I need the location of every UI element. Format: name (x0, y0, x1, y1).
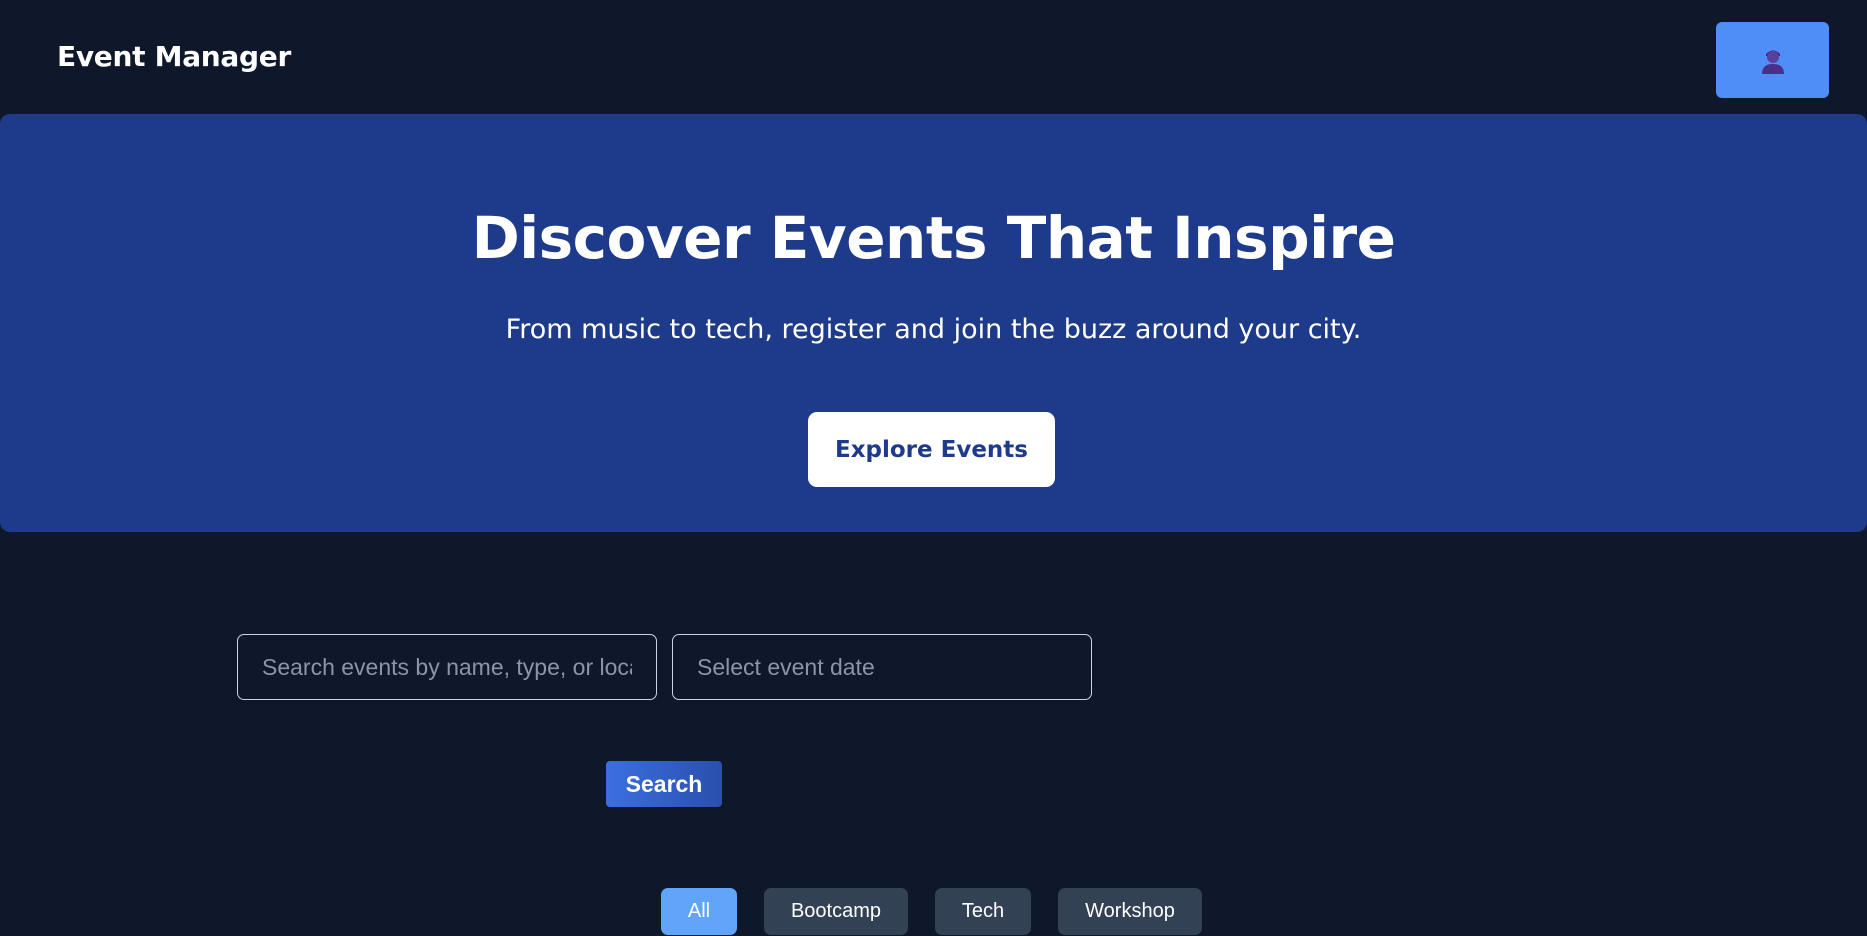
user-avatar-icon (1761, 50, 1784, 74)
brand-title[interactable]: Event Manager (57, 40, 291, 73)
search-input[interactable] (237, 634, 657, 700)
category-filter-bar: All Bootcamp Tech Workshop (0, 888, 1867, 936)
top-navbar: Event Manager (0, 0, 1867, 114)
explore-events-button[interactable]: Explore Events (808, 412, 1055, 487)
filter-chip-bootcamp[interactable]: Bootcamp (764, 888, 908, 935)
profile-button[interactable] (1716, 22, 1829, 98)
hero-subtitle: From music to tech, register and join th… (505, 314, 1362, 345)
event-date-input[interactable] (672, 634, 1092, 700)
filter-chip-workshop[interactable]: Workshop (1058, 888, 1202, 935)
hero-title: Discover Events That Inspire (471, 204, 1396, 272)
filter-chip-all[interactable]: All (661, 888, 737, 935)
hero-banner: Discover Events That Inspire From music … (0, 114, 1867, 532)
search-button[interactable]: Search (606, 761, 722, 807)
filter-chip-tech[interactable]: Tech (935, 888, 1031, 935)
